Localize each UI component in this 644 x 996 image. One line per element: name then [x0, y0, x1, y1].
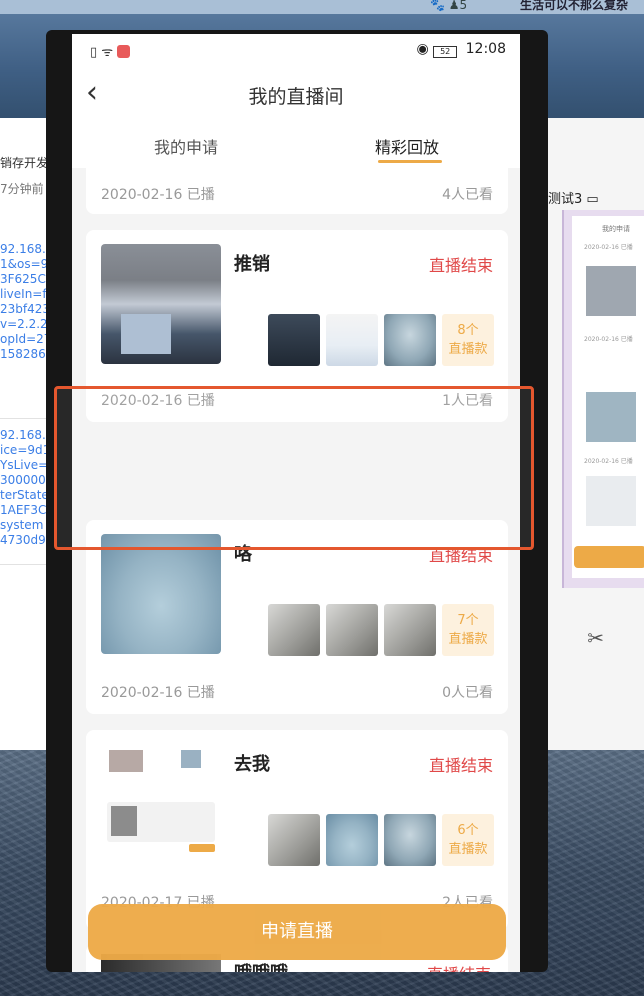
- tab-my-applications[interactable]: 我的申请: [154, 134, 218, 158]
- nav-bar: ‹ 我的直播间: [72, 66, 520, 122]
- desktop-menubar: 🐾 ♟5 生活可以不那么复杂: [0, 0, 644, 14]
- live-name: 推销: [234, 254, 270, 275]
- product-thumb: [326, 604, 378, 656]
- tab-bar: 我的申请 精彩回放: [72, 122, 520, 168]
- count-value: 6个: [457, 823, 479, 838]
- eye-icon: ◉: [416, 41, 429, 57]
- cover-image: [101, 744, 221, 864]
- left-col-links-2[interactable]: 92.168. ice=9d1 YsLive= 300000 terState …: [0, 428, 50, 548]
- product-thumb: [384, 814, 436, 866]
- product-thumb: [326, 814, 378, 866]
- view-count: 4人已看: [442, 187, 493, 203]
- product-thumb: [268, 314, 320, 366]
- link-line[interactable]: 1AEF3C: [0, 503, 50, 518]
- left-col-time: 7分钟前: [0, 182, 44, 196]
- clock: 12:08: [465, 41, 506, 57]
- live-name: 哦哦哦: [234, 959, 288, 972]
- link-line[interactable]: terState: [0, 488, 50, 503]
- product-thumb: [268, 604, 320, 656]
- product-thumb: [268, 814, 320, 866]
- status-badge: 直播结束: [427, 961, 491, 972]
- link-line[interactable]: 300000: [0, 473, 50, 488]
- live-name: 去我: [234, 754, 270, 775]
- status-left-icons: ▯ ᯤ: [90, 42, 131, 60]
- list-item[interactable]: 去我 直播结束 6个 直播款 2020-02-17 已播 2人已看: [86, 730, 508, 930]
- status-badge: 直播结束: [428, 756, 493, 775]
- left-col-title: 销存开发: [0, 156, 49, 170]
- battery-icon: 52: [433, 46, 458, 58]
- status-badge: 直播结束: [428, 256, 493, 275]
- preview-date: 2020-02-16 已播: [584, 458, 633, 465]
- count-value: 8个: [457, 323, 479, 338]
- product-count-badge: 6个 直播款: [442, 814, 494, 866]
- preview-date: 2020-02-16 已播: [584, 244, 633, 251]
- link-line[interactable]: ice=9d1: [0, 443, 50, 458]
- signal-icon: ▯ ᯤ: [90, 45, 114, 60]
- page-title: 我的直播间: [248, 86, 344, 108]
- product-thumb: [326, 314, 378, 366]
- tab-replays[interactable]: 精彩回放: [375, 134, 439, 158]
- list-item[interactable]: 2020-02-16 已播 4人已看: [86, 168, 508, 214]
- preview-screen: 我的申请 2020-02-16 已播 2020-02-16 已播 2020-02…: [572, 216, 644, 578]
- product-thumb: [384, 604, 436, 656]
- collage-piece: [181, 750, 201, 768]
- status-right: ◉ 52 12:08: [417, 41, 506, 58]
- product-count-badge: 8个 直播款: [442, 314, 494, 366]
- count-value: 7个: [457, 613, 479, 628]
- active-tab-indicator: [378, 160, 442, 163]
- phone-preview-thumbnail[interactable]: 我的申请 2020-02-16 已播 2020-02-16 已播 2020-02…: [562, 210, 644, 588]
- highlight-box: [54, 386, 534, 550]
- link-line[interactable]: YsLive=: [0, 458, 50, 473]
- preview-title: 我的申请: [602, 225, 630, 233]
- preview-apply-button: [574, 546, 644, 568]
- broadcast-date: 2020-02-16 已播: [101, 685, 215, 701]
- preview-image: [586, 392, 636, 442]
- link-line[interactable]: system: [0, 518, 50, 533]
- product-thumb: [384, 314, 436, 366]
- count-unit: 直播款: [448, 632, 488, 647]
- apply-live-button[interactable]: 申请直播: [88, 904, 506, 960]
- cover-image: [101, 244, 221, 364]
- app-icon: [117, 45, 131, 58]
- link-line[interactable]: 92.168.: [0, 428, 50, 443]
- collage-piece: [109, 750, 143, 772]
- cover-image: [101, 534, 221, 654]
- link-line[interactable]: 4730d9: [0, 533, 50, 548]
- product-count-badge: 7个 直播款: [442, 604, 494, 656]
- preview-image: [586, 266, 636, 316]
- status-bar: ▯ ᯤ ◉ 52 12:08: [72, 34, 520, 66]
- view-count: 0人已看: [442, 685, 493, 701]
- count-unit: 直播款: [448, 342, 488, 357]
- menubar-text: 生活可以不那么复杂: [520, 0, 629, 12]
- preview-date: 2020-02-16 已播: [584, 336, 633, 343]
- test-label: 测试3 ▭: [548, 192, 599, 207]
- broadcast-date: 2020-02-16 已播: [101, 187, 215, 203]
- count-unit: 直播款: [448, 842, 488, 857]
- preview-image: [586, 476, 636, 526]
- collage-piece: [111, 806, 137, 836]
- collage-piece: [189, 844, 215, 852]
- menubar-icons: 🐾 ♟5: [430, 0, 468, 12]
